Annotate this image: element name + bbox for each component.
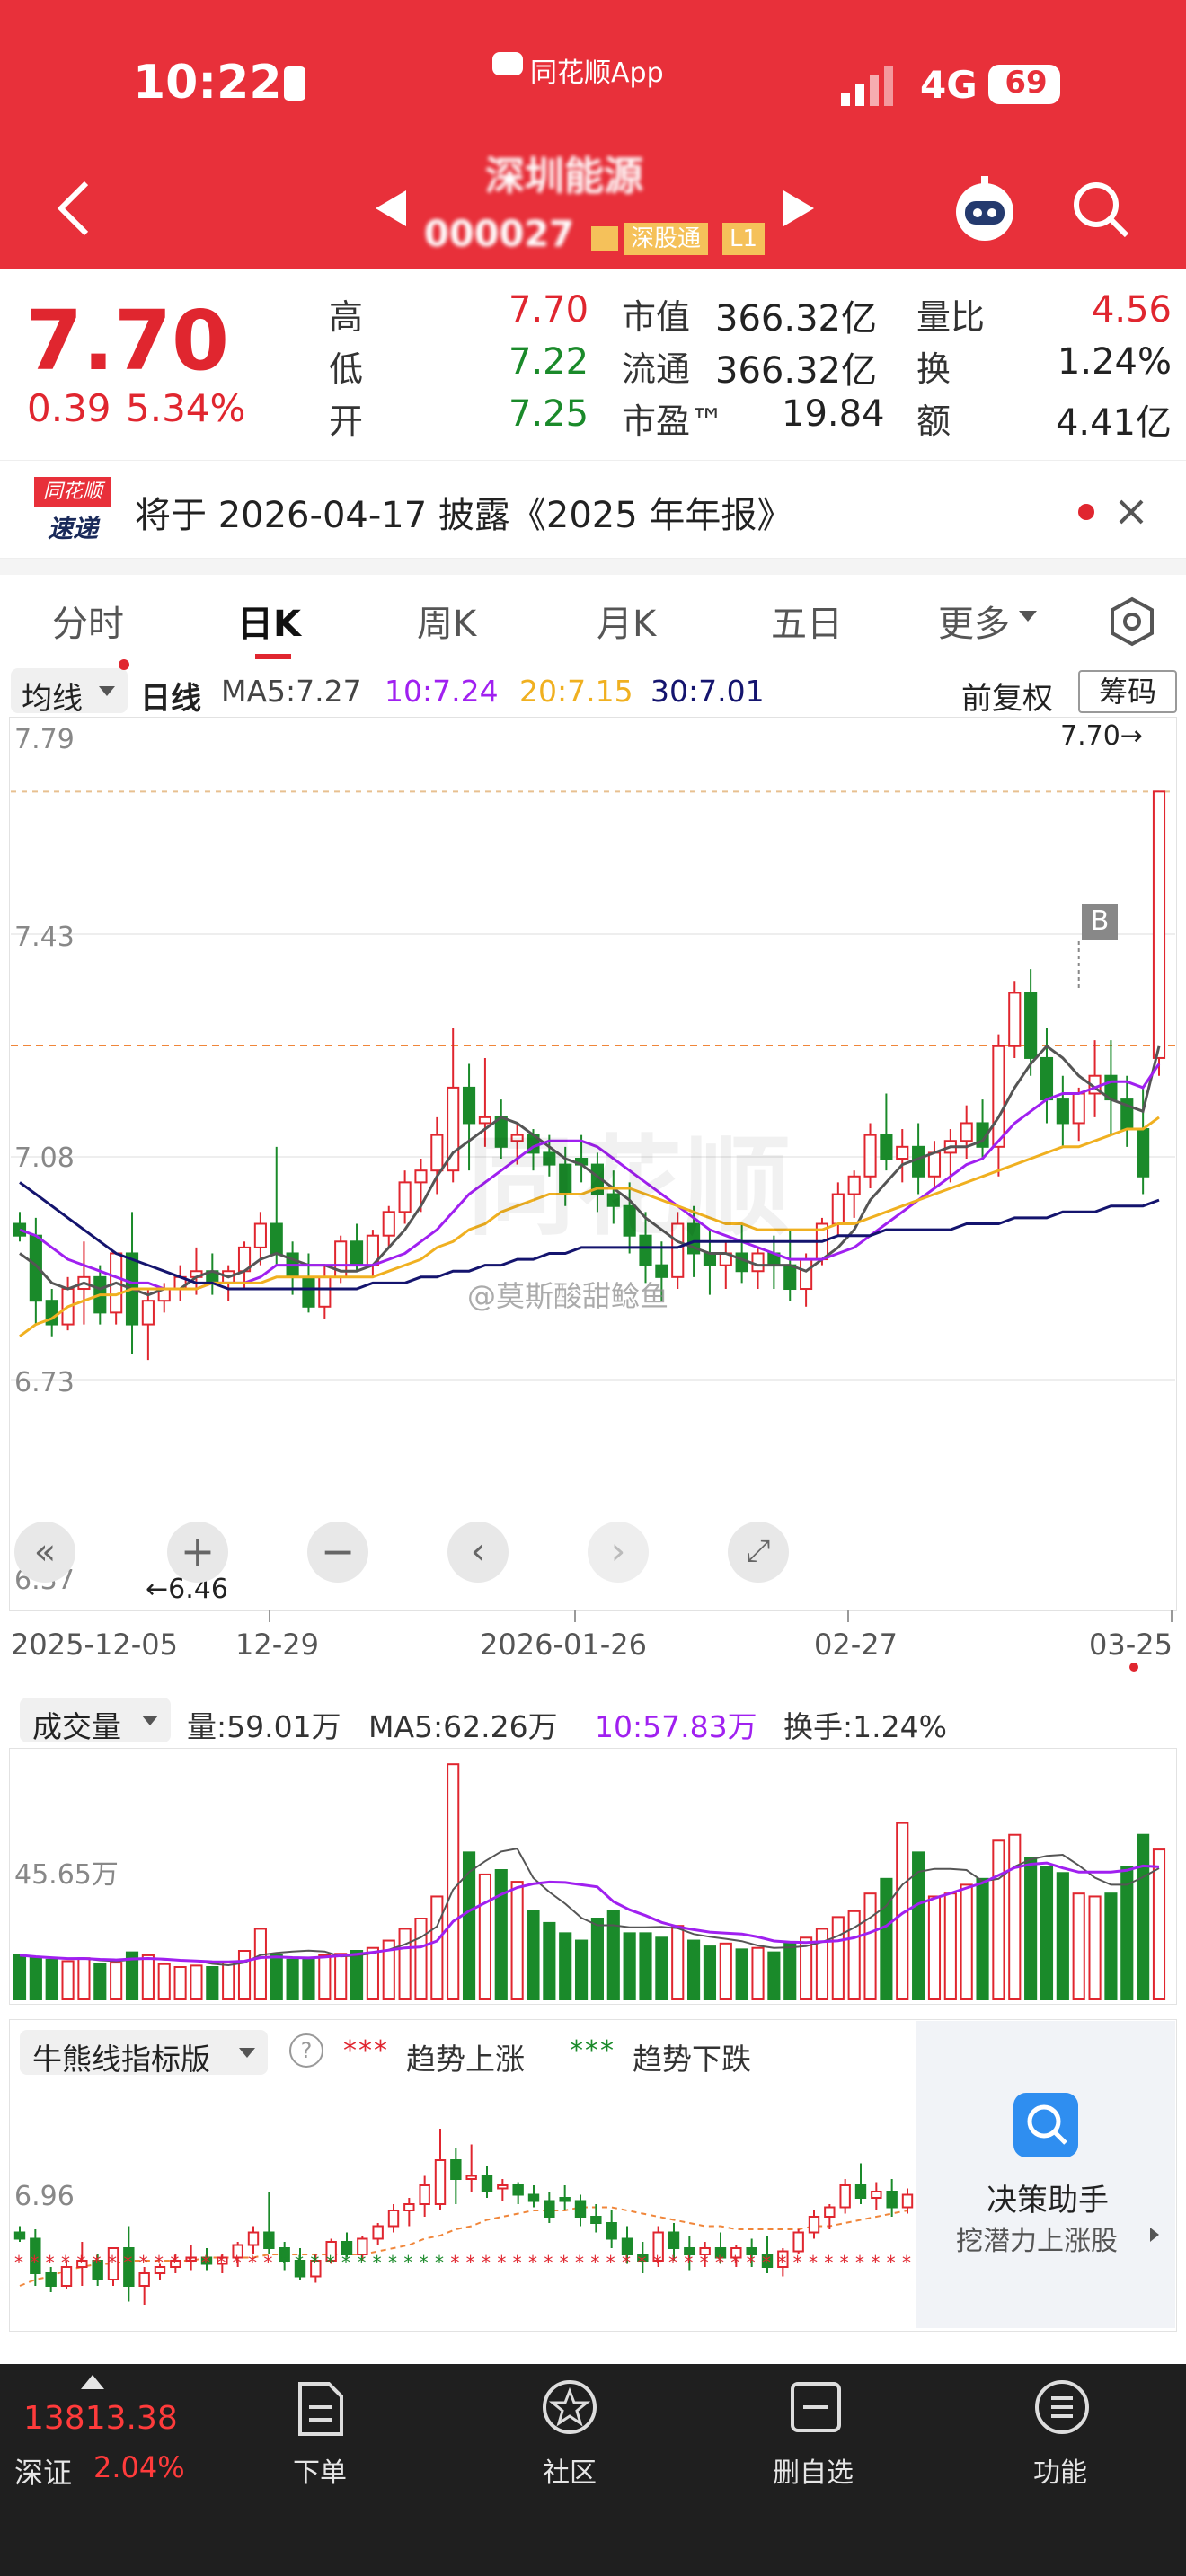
chevron-down-icon: [142, 1716, 158, 1725]
candle: [350, 1240, 364, 1266]
zoom-out-icon[interactable]: −: [307, 1522, 368, 1583]
bottom-nav: 13813.38 深证 2.04% 下单 社区 删自选 功能: [0, 2364, 1186, 2576]
index-change: 2.04%: [93, 2450, 185, 2484]
date-axis-label: 2026-01-26: [480, 1628, 647, 1662]
volume-indicator-label: 成交量: [32, 1709, 121, 1744]
candle: [831, 1193, 845, 1225]
assistant-title: 决策助手: [987, 2183, 1109, 2219]
assistant-search-icon: [1013, 2093, 1078, 2157]
pan-right-icon[interactable]: ›: [588, 1522, 649, 1583]
candle: [783, 1264, 797, 1291]
candle: [1152, 790, 1166, 1059]
buy-marker[interactable]: B: [1082, 904, 1118, 940]
candle: [896, 1145, 909, 1160]
index-value[interactable]: 13813.38: [23, 2400, 178, 2437]
nav-order[interactable]: 下单: [293, 2450, 347, 2490]
candle: [1137, 1128, 1150, 1178]
candle: [270, 1222, 283, 1255]
candle: [1056, 1098, 1069, 1125]
candle: [414, 1169, 428, 1184]
candle: [751, 1252, 765, 1273]
price-axis-label: 7.08: [14, 1142, 75, 1174]
date-axis-label: 03-25: [1089, 1628, 1173, 1662]
candle: [1040, 1056, 1054, 1101]
collapse-left-icon[interactable]: «: [14, 1522, 75, 1583]
volume-ma5: MA5:62.26万: [368, 1709, 558, 1744]
volume-axis-label: 45.65万: [14, 1859, 119, 1891]
date-axis-label: 2025-12-05: [11, 1628, 178, 1662]
candle: [1008, 992, 1022, 1047]
volume-turnover: 换手:1.24%: [783, 1709, 947, 1744]
candle: [382, 1211, 395, 1237]
candle: [800, 1258, 813, 1291]
candle: [735, 1252, 748, 1273]
pan-left-icon[interactable]: ‹: [447, 1522, 509, 1583]
remove-watchlist-icon[interactable]: [789, 2380, 843, 2434]
candle: [927, 1151, 942, 1178]
community-icon[interactable]: [541, 2378, 598, 2436]
volume-ma10: 10:57.83万: [595, 1709, 757, 1744]
chevron-right-icon: [1150, 2228, 1159, 2242]
assistant-subtitle: 挖潜力上涨股: [956, 2226, 1118, 2257]
weibo-watermark: @莫斯酸甜鲶鱼: [467, 1279, 669, 1313]
nav-functions[interactable]: 功能: [1033, 2450, 1087, 2490]
volume-chart-frame[interactable]: [9, 1748, 1177, 2005]
decision-assistant-card[interactable]: [916, 2021, 1175, 2328]
watermark: 同花顺: [467, 1125, 791, 1250]
candle: [960, 1122, 973, 1142]
price-axis-label: 7.43: [14, 922, 75, 953]
candle: [253, 1222, 267, 1248]
candle: [992, 1045, 1005, 1148]
candle: [880, 1134, 893, 1160]
price-axis-label: 7.79: [14, 724, 75, 755]
nav-remove-watchlist[interactable]: 删自选: [773, 2450, 854, 2490]
candle: [863, 1134, 877, 1178]
volume-value: 量:59.01万: [187, 1709, 341, 1744]
index-name: 深证: [14, 2456, 73, 2490]
candle: [847, 1175, 861, 1195]
price-axis-label: 6.73: [14, 1367, 75, 1398]
candle: [318, 1275, 332, 1308]
candle: [141, 1300, 155, 1326]
candle: [912, 1145, 925, 1178]
high-price-marker: 7.70→: [1060, 720, 1143, 752]
order-icon[interactable]: [295, 2380, 345, 2438]
candle: [398, 1181, 412, 1213]
date-axis-label: 02-27: [814, 1628, 898, 1662]
candle: [1024, 992, 1038, 1059]
up-triangle-icon: [81, 2375, 104, 2389]
nav-community[interactable]: 社区: [543, 2450, 597, 2490]
candle: [430, 1134, 444, 1172]
candle: [302, 1275, 315, 1308]
menu-icon[interactable]: [1033, 2378, 1091, 2436]
fullscreen-icon[interactable]: ⤢: [728, 1522, 789, 1583]
candle: [1072, 1092, 1085, 1125]
current-date-dot: [1129, 1663, 1138, 1672]
bullbear-axis-label: 6.96: [14, 2181, 75, 2212]
date-axis-label: 12-29: [235, 1628, 319, 1662]
zoom-in-icon[interactable]: +: [167, 1522, 228, 1583]
